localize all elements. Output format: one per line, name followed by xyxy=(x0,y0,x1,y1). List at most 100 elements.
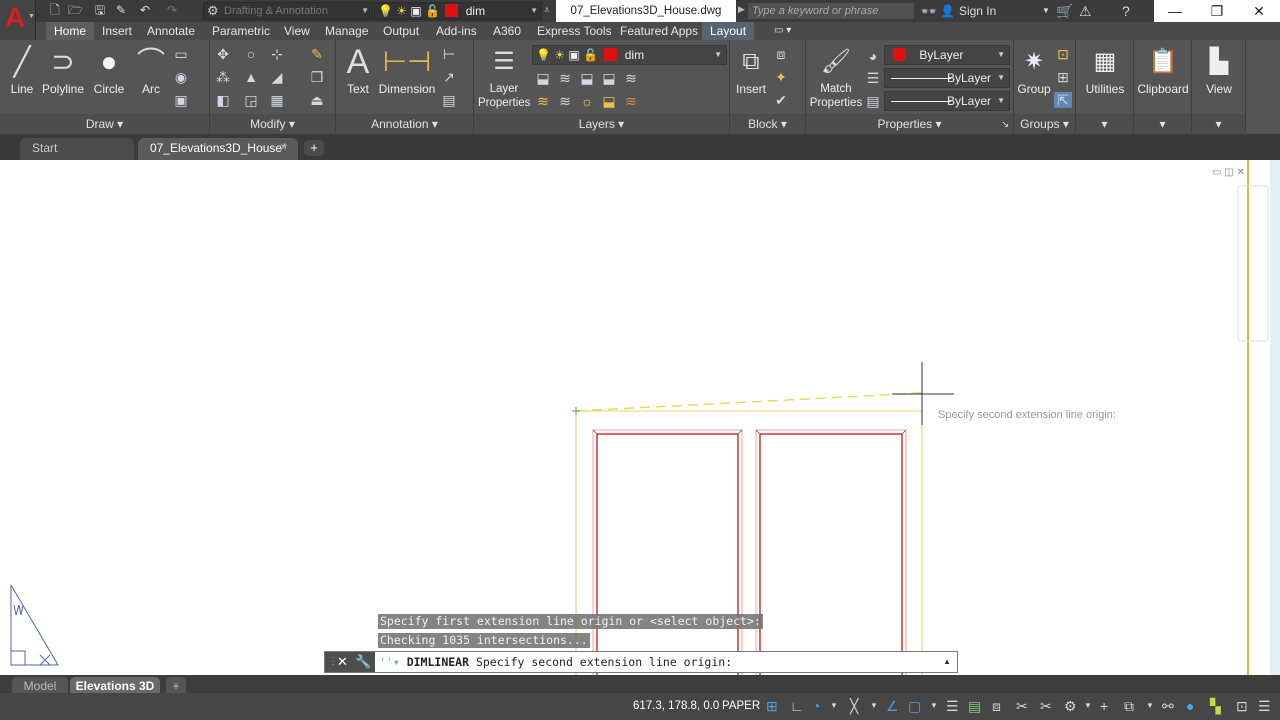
chevron-down-icon[interactable]: ▼ xyxy=(1084,698,1092,714)
boundary-icon[interactable]: ▣ xyxy=(172,92,190,108)
edit-block-icon[interactable]: ✦ xyxy=(772,69,790,85)
ribbon-tab-layout[interactable]: Layout xyxy=(702,22,755,40)
layer-freeze-icon[interactable]: ⬓ xyxy=(578,70,596,86)
lock-ui-icon[interactable]: ⧉ xyxy=(1124,698,1134,714)
open-file-icon[interactable]: 🗁 xyxy=(68,3,83,17)
lineweight-dropdown[interactable]: ByLayer ▼ xyxy=(884,68,1010,88)
annotation-visibility-icon[interactable]: ✂ xyxy=(1040,698,1052,714)
customization-menu-icon[interactable]: ☰ xyxy=(1258,698,1271,714)
viewport-minimize-icon[interactable]: ▭ xyxy=(1212,167,1221,178)
insert-block-button[interactable]: ⧉ Insert xyxy=(732,42,770,96)
ribbon-tab-home[interactable]: Home xyxy=(46,22,95,40)
clean-screen-icon[interactable]: ▚ xyxy=(1210,698,1221,714)
layer-unlock-icon[interactable]: ⬓ xyxy=(600,93,618,109)
new-file-icon[interactable]: 🗋 xyxy=(48,3,62,17)
panel-clipboard-dropdown[interactable]: ▾ xyxy=(1134,114,1191,134)
dimension-button[interactable]: ⊢⊣ Dimension xyxy=(378,42,436,96)
layer-match-icon[interactable]: ≋ xyxy=(622,70,640,86)
ribbon-tab-parametric[interactable]: Parametric xyxy=(204,22,278,40)
create-block-icon[interactable]: ⧈ xyxy=(772,46,790,62)
model-paper-toggle[interactable]: PAPER xyxy=(722,700,760,712)
help-icon[interactable]: ? xyxy=(1122,2,1130,20)
linear-dimension-icon[interactable]: ⊢ xyxy=(440,46,458,62)
wrench-icon[interactable]: 🔧 xyxy=(355,653,371,671)
transparency-icon[interactable]: ▤ xyxy=(968,698,981,714)
close-button[interactable]: ✕ xyxy=(1238,1,1280,21)
mirror-icon[interactable]: ▲ xyxy=(242,69,260,85)
annotation-scale-icon[interactable]: ✂ xyxy=(1016,698,1028,714)
copy-icon[interactable]: ⁂ xyxy=(214,69,232,85)
layer-unisolate-icon[interactable]: ≋ xyxy=(556,93,574,109)
match-properties-button[interactable]: 🖌 Match Properties xyxy=(808,42,864,110)
polyline-button[interactable]: ⊃ Polyline xyxy=(40,42,86,96)
rotate-icon[interactable]: ○ xyxy=(242,46,260,62)
scale-icon[interactable]: ◲ xyxy=(242,92,260,108)
restore-button[interactable]: ❐ xyxy=(1196,1,1238,21)
chevron-down-icon[interactable]: ▼ xyxy=(930,698,938,714)
new-tab-button[interactable]: + xyxy=(304,140,324,156)
redo-icon[interactable]: ↷ xyxy=(165,3,179,17)
layer-properties-button[interactable]: ☰ Layer Properties xyxy=(478,42,530,110)
explode-icon[interactable]: ❒ xyxy=(308,69,326,85)
coordinates-readout[interactable]: 617.3, 178.8, 0.0 xyxy=(633,700,719,712)
layer-thaw-icon[interactable]: ☼ xyxy=(578,93,596,109)
close-tab-icon[interactable]: ✕ xyxy=(279,138,288,158)
hatch-icon[interactable]: ◉ xyxy=(172,69,190,85)
object-snap-tracking-icon[interactable]: ∠ xyxy=(886,698,899,714)
application-menu-button[interactable]: A ▼ xyxy=(0,0,36,40)
ungroup-icon[interactable]: ⊡ xyxy=(1054,46,1072,62)
drawing-canvas[interactable]: ▭ ◫ ✕ Specify second extension line orig… xyxy=(0,160,1280,675)
chevron-down-icon[interactable]: ▼ xyxy=(1146,698,1154,714)
grid-snap-icon[interactable]: ⊞ xyxy=(766,698,778,714)
recent-commands-icon[interactable]: ''▾ xyxy=(379,655,407,669)
panel-block-title[interactable]: Block ▾ xyxy=(730,114,805,134)
annotation-monitor-icon[interactable]: + xyxy=(1100,698,1108,714)
ribbon-tab-annotate[interactable]: Annotate xyxy=(139,22,203,40)
group-button[interactable]: ✷ Group xyxy=(1016,42,1052,96)
line-button[interactable]: ╱ Line xyxy=(4,42,40,96)
ribbon-tab-output[interactable]: Output xyxy=(375,22,427,40)
linetype-dropdown[interactable]: ByLayer ▼ xyxy=(884,91,1010,111)
workspace-dropdown[interactable]: ⚙ Drafting & Annotation ▼ xyxy=(203,2,373,20)
ribbon-tab-manage[interactable]: Manage xyxy=(317,22,376,40)
move-icon[interactable]: ✥ xyxy=(214,46,232,62)
layer-off-icon[interactable]: ⬓ xyxy=(534,70,552,86)
group-edit-icon[interactable]: ⊞ xyxy=(1054,69,1072,85)
layer-on-icon[interactable]: ≋ xyxy=(534,93,552,109)
ribbon-tab-insert[interactable]: Insert xyxy=(94,22,140,40)
layer-lock-icon[interactable]: ⬓ xyxy=(600,70,618,86)
viewport-restore-icon[interactable]: ◫ xyxy=(1224,167,1233,178)
minimize-button[interactable]: — xyxy=(1154,1,1196,21)
doc-tab-start[interactable]: Start xyxy=(20,138,134,160)
ortho-icon[interactable]: ∟ xyxy=(790,698,804,714)
isodraft-icon[interactable]: ╳ xyxy=(850,698,858,714)
ribbon-tab-view[interactable]: View xyxy=(276,22,318,40)
quick-layer-dropdown[interactable]: 💡 ☀ ▣ 🔓 dim ▼ xyxy=(374,2,542,20)
selection-cycling-icon[interactable]: ⧈ xyxy=(992,698,1001,714)
doc-tab-elevations[interactable]: 07_Elevations3D_House* ✕ xyxy=(138,138,298,160)
chevron-down-icon[interactable]: ▼ xyxy=(830,698,838,714)
clipboard-button[interactable]: 📋 Clipboard xyxy=(1134,42,1192,96)
group-selection-toggle-icon[interactable]: ⇱ xyxy=(1054,92,1072,108)
customize-qat-icon[interactable]: ⩡ xyxy=(544,2,550,20)
lineweight-display-icon[interactable]: ☰ xyxy=(946,698,959,714)
panel-utilities-dropdown[interactable]: ▾ xyxy=(1076,114,1133,134)
command-history-toggle-icon[interactable]: ▲ xyxy=(943,652,951,672)
text-button[interactable]: A Text xyxy=(340,42,376,96)
workspace-switch-icon[interactable]: ⚙ xyxy=(1064,698,1077,714)
utilities-button[interactable]: ▦ Utilities xyxy=(1076,42,1134,96)
cart-icon[interactable]: 🛒 xyxy=(1056,2,1073,20)
layer-dropdown[interactable]: 💡 ☀ ▣ 🔓 dim ▼ xyxy=(532,45,727,65)
panel-modify-title[interactable]: Modify ▾ xyxy=(210,114,335,134)
panel-annotation-title[interactable]: Annotation ▾ xyxy=(336,114,473,134)
search-expand-icon[interactable]: ▶ xyxy=(738,4,745,15)
trim-icon[interactable]: ⊹ xyxy=(268,46,286,62)
fullscreen-icon[interactable]: ⊡ xyxy=(1236,698,1248,714)
fillet-icon[interactable]: ◢ xyxy=(268,69,286,85)
ribbon-tab-a360[interactable]: A360 xyxy=(485,22,529,40)
save-as-icon[interactable]: ✎ xyxy=(114,3,128,17)
isolate-objects-icon[interactable]: ⚯ xyxy=(1162,698,1174,714)
command-input[interactable]: ''▾ DIMLINEAR Specify second extension l… xyxy=(379,652,732,672)
autodesk-app-icon[interactable]: ⚠ xyxy=(1079,2,1092,20)
dialog-launcher-icon[interactable]: ↘ xyxy=(1001,114,1009,134)
